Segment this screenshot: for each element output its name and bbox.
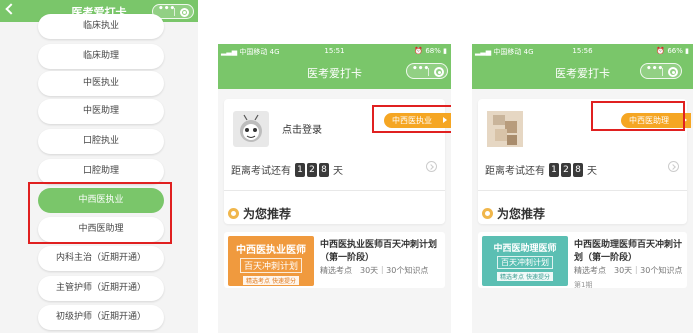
countdown-label: 距离考试还有 [231,166,291,177]
close-target-icon[interactable] [668,67,678,77]
alarm-icon: ⏰ [414,47,424,55]
countdown-unit: 天 [333,166,343,177]
chevron-right-icon[interactable] [668,161,679,172]
exam-item-internal-medicine[interactable]: 内科主治（近期开通） [38,246,164,271]
highlight-box [591,101,685,131]
course-title: 中西医执业医师百天冲刺计划（第一阶段） [320,240,438,263]
more-dots-icon[interactable]: ••• [646,64,663,74]
thumb-title: 中西医执业医师 [236,245,306,256]
blurred-avatar-icon [487,111,523,147]
course-meta: 精选考点 30天｜30个知识点 [320,266,429,275]
countdown-digit: 8 [319,162,329,177]
exam-countdown: 距离考试还有 1 2 8 天 [231,162,343,177]
section-title: 为您推荐 [482,205,545,222]
exam-item-clinical-assistant[interactable]: 临床助理 [38,44,164,69]
mini-program-menu[interactable]: ••• [640,63,682,79]
countdown-digit: 8 [573,162,583,177]
card-divider [224,190,445,191]
course-card[interactable]: 中西医助理医师 百天冲刺计划 精选考点 快速提分 中西医助理医师百天冲刺计划（第… [478,232,687,289]
course-title: 中西医助理医师百天冲刺计划（第一阶段） [574,240,683,263]
menu-divider [662,68,663,76]
status-battery: ⏰ 66% ▮ [656,47,689,55]
battery-icon: ▮ [685,47,689,55]
thumb-tag: 精选考点 快速提分 [243,276,299,285]
thumb-subtitle: 百天冲刺计划 [497,256,553,269]
highlight-box [372,105,451,133]
menu-divider [174,8,175,16]
countdown-digit: 2 [561,162,571,177]
thumb-subtitle: 百天冲刺计划 [239,258,302,273]
countdown-digit: 2 [307,162,317,177]
more-dots-icon[interactable]: ••• [158,4,175,14]
exam-item-junior-nurse[interactable]: 初级护师（近期开通） [38,305,164,330]
battery-icon: ▮ [443,47,447,55]
exam-select-panel: 医考爱打卡 ••• 临床执业 临床助理 中医执业 中医助理 口腔执业 口腔助理 … [0,0,198,333]
thumb-title: 中西医助理医师 [493,244,557,254]
battery-label: 68% [425,47,441,55]
highlight-box [28,182,172,244]
mini-program-menu[interactable]: ••• [406,63,448,79]
exam-item-clinical-practice[interactable]: 临床执业 [38,14,164,39]
battery-label: 66% [667,47,683,55]
countdown-digit: 1 [295,162,305,177]
login-link[interactable]: 点击登录 [282,121,322,136]
course-thumbnail: 中西医执业医师 百天冲刺计划 精选考点 快速提分 [228,236,314,286]
exam-item-tcm-practice[interactable]: 中医执业 [38,71,164,96]
recommend-icon [482,208,493,219]
header-bar: ▂▃▅ 中国移动 4G 15:56 ⏰ 66% ▮ 医考爱打卡 ••• [472,44,693,89]
course-extra: 第1期 [574,281,593,289]
exam-item-dental-assistant[interactable]: 口腔助理 [38,159,164,184]
section-title-text: 为您推荐 [243,207,292,221]
countdown-label: 距离考试还有 [485,166,545,177]
countdown-unit: 天 [587,166,597,177]
course-thumbnail: 中西医助理医师 百天冲刺计划 精选考点 快速提分 [482,236,568,286]
close-target-icon[interactable] [434,67,444,77]
chevron-right-icon[interactable] [426,161,437,172]
recommend-icon [228,208,239,219]
exam-countdown: 距离考试还有 1 2 8 天 [485,162,597,177]
status-battery: ⏰ 68% ▮ [414,47,447,55]
close-target-icon[interactable] [180,8,189,17]
header-bar: ▂▃▅ 中国移动 4G 15:51 ⏰ 68% ▮ 医考爱打卡 ••• [218,44,451,89]
section-title: 为您推荐 [228,205,291,222]
section-title-text: 为您推荐 [497,207,546,221]
course-meta: 精选考点 30天｜30个知识点 [574,266,683,275]
more-dots-icon[interactable]: ••• [412,64,429,74]
course-card[interactable]: 中西医执业医师 百天冲刺计划 精选考点 快速提分 中西医执业医师百天冲刺计划（第… [224,232,445,288]
countdown-digit: 1 [549,162,559,177]
menu-divider [428,68,429,76]
thumb-tag: 精选考点 快速提分 [497,272,553,281]
default-avatar[interactable] [233,111,269,147]
card-divider [478,190,687,191]
alarm-icon: ⏰ [656,47,666,55]
exam-item-dental-practice[interactable]: 口腔执业 [38,129,164,154]
exam-item-charge-nurse[interactable]: 主管护师（近期开通） [38,276,164,301]
home-screen-assistant: ▂▃▅ 中国移动 4G 15:56 ⏰ 66% ▮ 医考爱打卡 ••• 中西医助… [472,44,693,333]
exam-item-tcm-assistant[interactable]: 中医助理 [38,99,164,124]
user-avatar[interactable] [487,111,523,147]
bee-avatar-icon [240,114,262,142]
home-screen-practice: ▂▃▅ 中国移动 4G 15:51 ⏰ 68% ▮ 医考爱打卡 ••• 点击登录… [218,44,451,333]
